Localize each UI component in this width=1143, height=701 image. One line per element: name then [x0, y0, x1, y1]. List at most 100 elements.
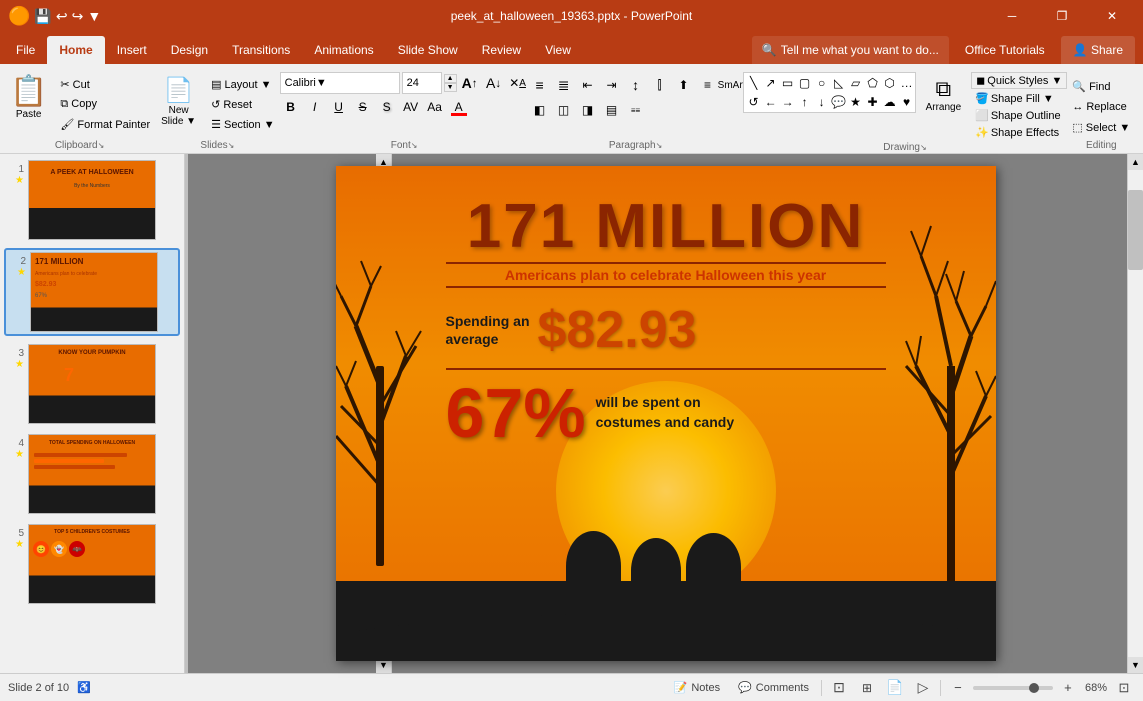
down-arrow-shape[interactable]: ↓	[813, 93, 831, 111]
tab-view[interactable]: View	[533, 36, 583, 64]
zoom-slider-track[interactable]	[973, 686, 1053, 690]
bullets-button[interactable]: ≡	[529, 74, 551, 96]
star-shape[interactable]: ★	[847, 93, 865, 111]
redo-icon[interactable]: ↪	[72, 8, 84, 25]
font-size-decrease-arrow[interactable]: ▼	[444, 83, 457, 92]
tab-design[interactable]: Design	[159, 36, 220, 64]
reading-view-button[interactable]: 📄	[884, 677, 906, 699]
font-size-box[interactable]: 24	[402, 72, 442, 94]
quick-styles-button[interactable]: ◼ Quick Styles ▼	[971, 72, 1067, 89]
justify-button[interactable]: ▤	[601, 99, 623, 121]
slide-5-thumbnail[interactable]: TOP 5 CHILDREN'S COSTUMES 😊 👻 🦇	[28, 524, 156, 604]
italic-button[interactable]: I	[304, 96, 326, 118]
tab-file[interactable]: File	[4, 36, 47, 64]
main-scroll-up-button[interactable]: ▲	[1128, 154, 1143, 170]
line-spacing-button[interactable]: ↕	[625, 74, 647, 96]
copy-button[interactable]: ⧉ Copy	[55, 96, 155, 113]
align-left-button[interactable]: ◧	[529, 99, 551, 121]
decrease-font-size-button[interactable]: A↓	[483, 72, 505, 94]
customize-qat-icon[interactable]: ▼	[87, 8, 101, 24]
right-tri-shape[interactable]: ◺	[830, 74, 848, 92]
align-justify-button[interactable]: ≡≡	[625, 99, 647, 121]
increase-font-size-button[interactable]: A↑	[459, 72, 481, 94]
left-arrow-shape[interactable]: ←	[762, 93, 780, 111]
tab-slideshow[interactable]: Slide Show	[386, 36, 470, 64]
clear-formatting-button[interactable]: ✕A	[507, 72, 529, 94]
font-color-button[interactable]: A	[448, 96, 470, 118]
format-painter-button[interactable]: 🖌 Format Painter	[55, 116, 155, 133]
right-arrow-shape[interactable]: →	[779, 93, 797, 111]
character-spacing-button[interactable]: AV	[400, 96, 422, 118]
numbering-button[interactable]: ≣	[553, 74, 575, 96]
save-icon[interactable]: 💾	[34, 8, 51, 25]
main-scroll-thumb[interactable]	[1128, 190, 1143, 270]
close-button[interactable]: ✕	[1089, 0, 1135, 32]
slide-canvas-area[interactable]: ▲ ▼	[188, 154, 1143, 673]
slide-2-thumbnail[interactable]: 171 MILLION Americans plan to celebrate …	[30, 252, 158, 332]
tab-animations[interactable]: Animations	[302, 36, 385, 64]
main-vertical-scrollbar[interactable]: ▲ ▼	[1127, 154, 1143, 673]
select-button[interactable]: ⬚ Select ▼	[1067, 119, 1135, 136]
tab-share[interactable]: 👤 Share	[1061, 36, 1135, 64]
strikethrough-button[interactable]: S	[352, 96, 374, 118]
rounded-rect-shape[interactable]: ▢	[796, 74, 814, 92]
shape-fill-button[interactable]: 🪣 Shape Fill ▼	[971, 91, 1067, 106]
minimize-button[interactable]: ─	[989, 0, 1035, 32]
underline-button[interactable]: U	[328, 96, 350, 118]
slide-3-thumbnail[interactable]: KNOW YOUR PUMPKIN 7	[28, 344, 156, 424]
slide-thumb-5[interactable]: 5 ★ TOP 5 CHILDREN'S COSTUMES 😊 👻 🦇	[4, 522, 180, 606]
shape-outline-button[interactable]: ⬜ Shape Outline	[971, 108, 1067, 123]
arrow-shape[interactable]: ↗	[762, 74, 780, 92]
shape-effects-button[interactable]: ✨ Shape Effects	[971, 125, 1067, 140]
bold-button[interactable]: B	[280, 96, 302, 118]
slide-sorter-button[interactable]: ⊞	[856, 677, 878, 699]
normal-view-button[interactable]: ⊡	[828, 677, 850, 699]
cut-button[interactable]: ✂ Cut	[55, 76, 155, 93]
circle-shape[interactable]: ○	[813, 74, 831, 92]
parallelogram-shape[interactable]: ▱	[847, 74, 865, 92]
hexagon-shape[interactable]: ⬡	[881, 74, 899, 92]
zoom-out-button[interactable]: −	[947, 677, 969, 699]
font-name-dropdown[interactable]: Calibri ▼	[280, 72, 400, 94]
slide-thumbnails-scroll[interactable]: 1 ★ A PEEK AT HALLOWEEN By the Numbers 2…	[0, 154, 184, 673]
change-case-button[interactable]: Aa	[424, 96, 446, 118]
zoom-slider-thumb[interactable]	[1029, 683, 1039, 693]
callout-shape[interactable]: 💬	[830, 93, 848, 111]
rect-shape[interactable]: ▭	[779, 74, 797, 92]
cloud-shape[interactable]: ☁	[881, 93, 899, 111]
slideshow-button[interactable]: ▷	[912, 677, 934, 699]
comments-button[interactable]: 💬 Comments	[732, 679, 815, 696]
replace-button[interactable]: ↔ Replace	[1067, 99, 1135, 115]
increase-indent-button[interactable]: ⇥	[601, 74, 623, 96]
align-right-button[interactable]: ◨	[577, 99, 599, 121]
slide-canvas[interactable]: 171 MILLION Americans plan to celebrate …	[336, 166, 996, 661]
line-shape[interactable]: ╲	[745, 74, 763, 92]
paste-button[interactable]: 📋 Paste	[4, 72, 53, 122]
slide-1-thumbnail[interactable]: A PEEK AT HALLOWEEN By the Numbers	[28, 160, 156, 240]
tab-insert[interactable]: Insert	[105, 36, 159, 64]
find-button[interactable]: 🔍 Find	[1067, 78, 1135, 95]
smartart-button[interactable]: SmArt	[721, 74, 743, 96]
reset-button[interactable]: ↺ Reset	[206, 96, 280, 113]
align-text-button[interactable]: ≡	[697, 74, 719, 96]
more-shapes[interactable]: …	[898, 74, 916, 92]
tab-review[interactable]: Review	[470, 36, 533, 64]
columns-button[interactable]: ⫿	[649, 74, 671, 96]
pentagon-shape[interactable]: ⬠	[864, 74, 882, 92]
notes-button[interactable]: 📝 Notes	[668, 679, 726, 696]
heart-shape[interactable]: ♥	[898, 93, 916, 111]
slide-thumb-1[interactable]: 1 ★ A PEEK AT HALLOWEEN By the Numbers	[4, 158, 180, 242]
tab-home[interactable]: Home	[47, 36, 104, 64]
slide-thumb-2[interactable]: 2 ★ 171 MILLION Americans plan to celebr…	[4, 248, 180, 336]
slide-thumb-4[interactable]: 4 ★ TOTAL SPENDING ON HALLOWEEN	[4, 432, 180, 516]
decrease-indent-button[interactable]: ⇤	[577, 74, 599, 96]
slide-thumb-3[interactable]: 3 ★ KNOW YOUR PUMPKIN 7	[4, 342, 180, 426]
arrange-button[interactable]: ⧉ Arrange	[920, 72, 968, 140]
undo-icon[interactable]: ↩	[56, 8, 68, 25]
zoom-in-button[interactable]: +	[1057, 677, 1079, 699]
font-size-increase-arrow[interactable]: ▲	[444, 74, 457, 83]
layout-button[interactable]: ▤ Layout ▼	[206, 76, 280, 93]
up-arrow-shape[interactable]: ↑	[796, 93, 814, 111]
main-scroll-down-button[interactable]: ▼	[1128, 657, 1143, 673]
section-button[interactable]: ☰ Section ▼	[206, 116, 280, 133]
